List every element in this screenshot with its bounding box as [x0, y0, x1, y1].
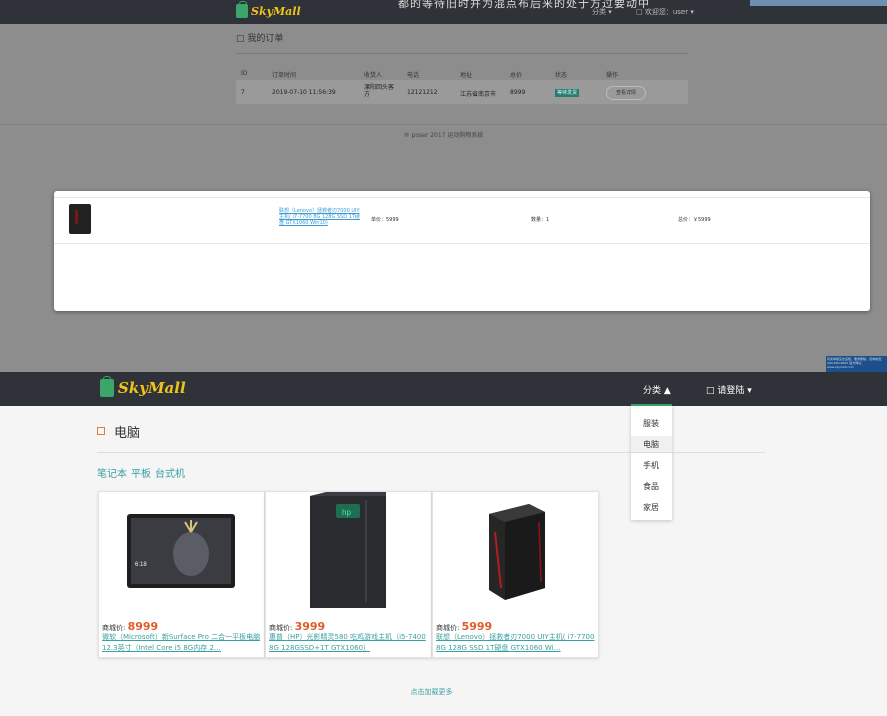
divider: [54, 243, 870, 244]
desktop-lenovo-image: [489, 504, 545, 600]
divider: [0, 124, 887, 125]
subcategory-links: 笔记本 平板 台式机: [97, 465, 189, 480]
order-receiver: 溧阳回头客方: [364, 84, 395, 98]
desktop-hp-image: hp: [310, 492, 386, 608]
top-nav-category[interactable]: 分类 ▾: [592, 7, 612, 17]
divider: [97, 452, 765, 453]
product-card[interactable]: hp 商城价: 3999 惠普（HP）光影精灵580 吃鸡游戏主机（i5-740…: [265, 491, 432, 658]
col-header: ID: [241, 70, 248, 77]
product-card[interactable]: 6:18 商城价: 8999 微软（Microsoft）新Surface Pro…: [98, 491, 265, 658]
col-header: 操作: [606, 72, 619, 79]
order-phone: 12121212: [407, 89, 438, 96]
subcategory-desktop[interactable]: 台式机: [155, 469, 185, 480]
status-badge: 等待发货: [555, 89, 579, 97]
dropdown-item-clothing[interactable]: 服装: [643, 418, 659, 429]
col-header: 收货人: [364, 72, 383, 79]
divider: [236, 53, 688, 54]
watermark-badge: 有奖举报违法违规，要求删除，咨询电话：400-800-8000 官方网址：www…: [826, 356, 887, 372]
order-address: 江苏省南京市: [460, 91, 497, 98]
order-detail-modal: [54, 191, 870, 311]
top-right-bar: [750, 0, 887, 6]
product-thumbnail: [69, 204, 91, 234]
order-id: 7: [241, 89, 245, 96]
tablet-image: 6:18: [127, 514, 235, 588]
product-name-link[interactable]: 联想（Lenovo）拯救者刃7000 UIY主机( i7-7700 8G 128…: [436, 632, 596, 654]
page-title: 电脑: [97, 422, 140, 441]
order-total: 8999: [510, 89, 526, 96]
dropdown-item-computer[interactable]: 电脑: [643, 439, 659, 450]
col-header: 总价: [510, 72, 523, 79]
top-footer: ® poser 2017 运动购物系统: [403, 132, 484, 139]
brand-logo[interactable]: SkyMall: [100, 376, 186, 397]
shopping-bag-icon: [236, 1, 248, 18]
product-name-link[interactable]: 惠普（HP）光影精灵580 吃鸡游戏主机（i5-7400 8G 128GSSD+…: [269, 632, 429, 654]
cut-off-text: 都的等待旧时并为混点布后来的处于方过要动中: [398, 0, 650, 10]
top-nav-user[interactable]: □ 欢迎您：user ▾: [636, 7, 694, 17]
divider: [54, 197, 870, 198]
view-detail-button[interactable]: 查看详情: [606, 86, 646, 100]
modal-quantity: 数量：1: [531, 217, 550, 223]
dropdown-item-food[interactable]: 食品: [643, 481, 659, 492]
top-brand-logo: SkyMall: [236, 1, 301, 18]
modal-total: 总价：￥5999: [678, 217, 711, 223]
subcategory-laptop[interactable]: 笔记本: [97, 469, 127, 480]
modal-unit-price: 单价：5999: [371, 217, 399, 223]
square-icon: [97, 427, 105, 435]
svg-text:6:18: 6:18: [135, 562, 147, 568]
subcategory-tablet[interactable]: 平板: [131, 469, 151, 480]
modal-product-link[interactable]: 联想（Lenovo）拯救者刃7000 UIY主机( i7-7700 8G 128…: [279, 208, 361, 226]
col-header: 订单时间: [272, 72, 297, 79]
product-card[interactable]: 商城价: 5999 联想（Lenovo）拯救者刃7000 UIY主机( i7-7…: [432, 491, 599, 658]
load-more-link[interactable]: 点击加载更多: [0, 687, 863, 697]
previous-page-screenshot: [0, 0, 887, 372]
shopping-bag-icon: [100, 376, 114, 397]
nav-category-menu[interactable]: 分类 ▲: [643, 383, 671, 396]
order-time: 2019-07-10 11:56:39: [272, 89, 336, 96]
col-header: 电话: [407, 72, 420, 79]
svg-text:hp: hp: [342, 508, 351, 517]
col-header: 状态: [555, 72, 568, 79]
product-name-link[interactable]: 微软（Microsoft）新Surface Pro 二合一平板电脑 12.3英寸…: [102, 632, 262, 654]
orders-title: □ 我的订单: [236, 34, 284, 44]
col-header: 地址: [460, 72, 473, 79]
dropdown-item-phone[interactable]: 手机: [643, 460, 659, 471]
nav-login-menu[interactable]: □ 请登陆 ▾: [706, 383, 752, 396]
dropdown-item-home[interactable]: 家居: [643, 502, 659, 513]
